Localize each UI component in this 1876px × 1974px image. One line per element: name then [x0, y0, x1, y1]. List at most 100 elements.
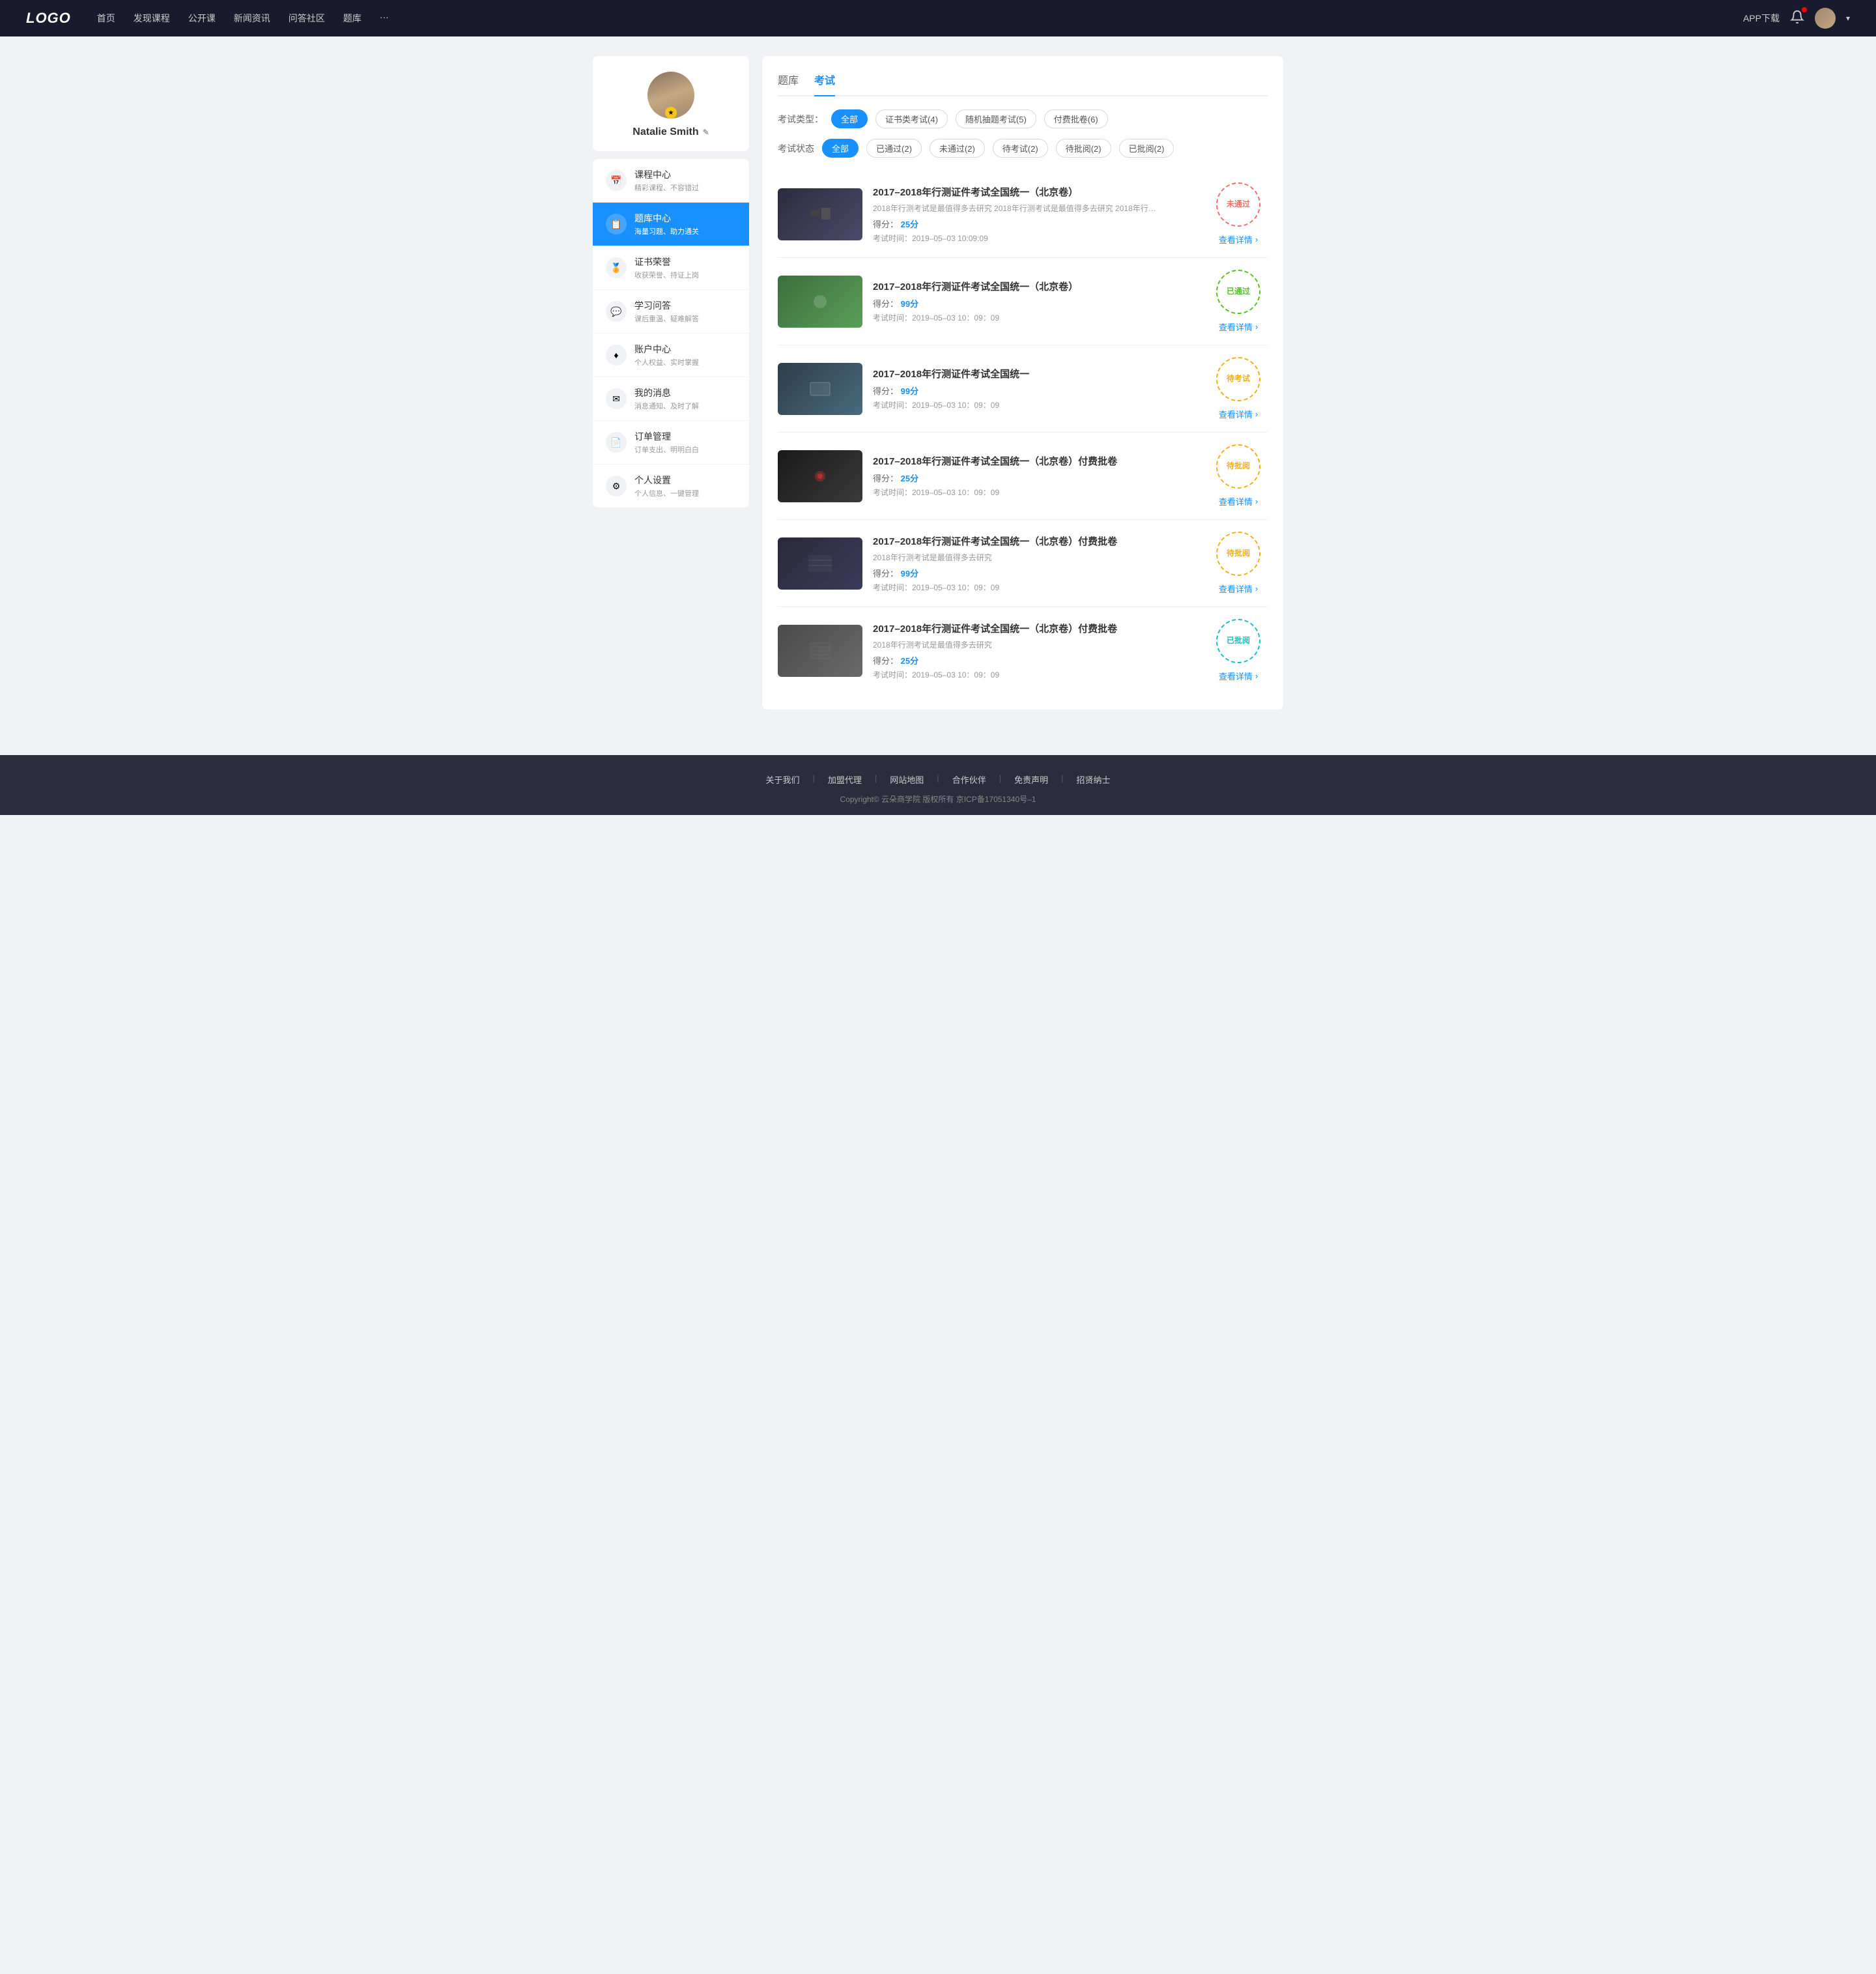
- sidebar-studyqa-icon: 💬: [606, 301, 627, 322]
- nav-open-course[interactable]: 公开课: [188, 12, 216, 25]
- exam-score-6: 得分： 25分: [873, 654, 1199, 666]
- filter-status-all[interactable]: 全部: [822, 139, 859, 158]
- exam-title-3: 2017–2018年行测证件考试全国统一: [873, 367, 1199, 380]
- filter-type-paid[interactable]: 付费批卷(6): [1044, 109, 1108, 128]
- filter-status-pending[interactable]: 待考试(2): [993, 139, 1048, 158]
- exam-detail-link-6[interactable]: 查看详情 ›: [1219, 670, 1258, 682]
- exam-item: 2017–2018年行测证件考试全国统一（北京卷） 2018年行测考试是最值得多…: [778, 171, 1268, 258]
- sidebar-course-text: 课程中心 精彩课程、不容错过: [634, 168, 699, 193]
- sidebar-account-title: 账户中心: [634, 343, 699, 356]
- filter-type-all[interactable]: 全部: [831, 109, 868, 128]
- exam-score-5: 得分： 99分: [873, 567, 1199, 579]
- notification-bell[interactable]: [1790, 10, 1804, 27]
- footer-link-partner[interactable]: 合作伙伴: [952, 773, 986, 786]
- user-avatar[interactable]: [1815, 8, 1836, 29]
- exam-detail-link-5[interactable]: 查看详情 ›: [1219, 582, 1258, 595]
- exam-thumbnail-6: [778, 625, 862, 677]
- sidebar-order-subtitle: 订单支出、明明白白: [634, 444, 699, 455]
- exam-time-4: 考试时间：2019–05–03 10：09：09: [873, 487, 1199, 498]
- exam-item: 2017–2018年行测证件考试全国统一（北京卷）付费批卷 2018年行测考试是…: [778, 520, 1268, 607]
- tab-exam[interactable]: 考试: [814, 72, 835, 95]
- profile-level-badge: ★: [665, 107, 677, 119]
- nav-qa[interactable]: 问答社区: [289, 12, 325, 25]
- sidebar-order-icon: 📄: [606, 432, 627, 453]
- sidebar-item-questionbank[interactable]: 📋 题库中心 海量习题、助力通关: [593, 203, 749, 246]
- exam-type-label: 考试类型：: [778, 113, 823, 126]
- profile-edit-icon[interactable]: ✎: [703, 128, 709, 137]
- exam-time-1: 考试时间：2019–05–03 10:09:09: [873, 233, 1199, 244]
- sidebar-course-subtitle: 精彩课程、不容错过: [634, 182, 699, 193]
- sidebar-item-cert[interactable]: 🏅 证书荣誉 收获荣誉、持证上岗: [593, 246, 749, 290]
- exam-badge-review-4: 待批阅: [1216, 444, 1260, 489]
- logo[interactable]: LOGO: [26, 10, 71, 27]
- sidebar-item-message[interactable]: ✉ 我的消息 消息通知、及时了解: [593, 377, 749, 421]
- sidebar-cert-subtitle: 收获荣誉、持证上岗: [634, 270, 699, 280]
- exam-status-2: 已通过 查看详情 ›: [1209, 270, 1268, 333]
- exam-title-6: 2017–2018年行测证件考试全国统一（北京卷）付费批卷: [873, 622, 1199, 635]
- exam-detail-link-4[interactable]: 查看详情 ›: [1219, 495, 1258, 508]
- sidebar-menu: 📅 课程中心 精彩课程、不容错过 📋 题库中心 海量习题、助力通关 🏅 证书荣誉…: [593, 159, 749, 508]
- filter-type-cert[interactable]: 证书类考试(4): [875, 109, 948, 128]
- sidebar: ★ Natalie Smith ✎ 📅 课程中心 精彩课程、不容错过 📋 题库中…: [593, 56, 749, 709]
- sidebar-item-studyqa[interactable]: 💬 学习问答 课后重温、疑难解答: [593, 290, 749, 334]
- sidebar-cert-title: 证书荣誉: [634, 255, 699, 268]
- nav-more[interactable]: ···: [380, 12, 389, 25]
- exam-info-4: 2017–2018年行测证件考试全国统一（北京卷）付费批卷 得分： 25分 考试…: [873, 454, 1199, 498]
- sidebar-message-icon: ✉: [606, 388, 627, 409]
- exam-time-2: 考试时间：2019–05–03 10：09：09: [873, 312, 1199, 323]
- filter-status-failed[interactable]: 未通过(2): [930, 139, 985, 158]
- exam-status-3: 待考试 查看详情 ›: [1209, 357, 1268, 420]
- nav-home[interactable]: 首页: [97, 12, 115, 25]
- sidebar-questionbank-text: 题库中心 海量习题、助力通关: [634, 212, 699, 236]
- exam-desc-1: 2018年行测考试是最值得多去研究 2018年行测考试是最值得多去研究 2018…: [873, 203, 1172, 214]
- exam-item: 2017–2018年行测证件考试全国统一（北京卷） 得分： 99分 考试时间：2…: [778, 258, 1268, 345]
- footer-link-franchise[interactable]: 加盟代理: [828, 773, 862, 786]
- exam-thumbnail-1: [778, 188, 862, 240]
- sidebar-item-account[interactable]: ♦ 账户中心 个人权益、实时掌握: [593, 334, 749, 377]
- exam-status-5: 待批阅 查看详情 ›: [1209, 532, 1268, 595]
- footer-link-sitemap[interactable]: 网站地图: [890, 773, 924, 786]
- nav-discover[interactable]: 发现课程: [134, 12, 170, 25]
- footer-link-disclaimer[interactable]: 免责声明: [1014, 773, 1048, 786]
- footer-copyright: Copyright© 云朵商学院 版权所有 京ICP备17051340号–1: [0, 794, 1876, 805]
- user-menu-chevron[interactable]: ▾: [1846, 14, 1850, 23]
- exam-info-1: 2017–2018年行测证件考试全国统一（北京卷） 2018年行测考试是最值得多…: [873, 185, 1199, 244]
- exam-detail-link-3[interactable]: 查看详情 ›: [1219, 408, 1258, 420]
- sidebar-account-icon: ♦: [606, 345, 627, 365]
- sidebar-message-text: 我的消息 消息通知、及时了解: [634, 386, 699, 411]
- exam-list: 2017–2018年行测证件考试全国统一（北京卷） 2018年行测考试是最值得多…: [778, 171, 1268, 694]
- header-right: APP下载 ▾: [1743, 8, 1850, 29]
- exam-badge-fail-1: 未通过: [1216, 182, 1260, 227]
- exam-info-3: 2017–2018年行测证件考试全国统一 得分： 99分 考试时间：2019–0…: [873, 367, 1199, 410]
- exam-score-1: 得分： 25分: [873, 218, 1199, 230]
- exam-score-2: 得分： 99分: [873, 297, 1199, 309]
- filter-status-awaiting-review[interactable]: 待批阅(2): [1056, 139, 1111, 158]
- chevron-right-icon: ›: [1255, 235, 1258, 244]
- exam-detail-link-1[interactable]: 查看详情 ›: [1219, 233, 1258, 246]
- exam-time-3: 考试时间：2019–05–03 10：09：09: [873, 399, 1199, 410]
- exam-title-5: 2017–2018年行测证件考试全国统一（北京卷）付费批卷: [873, 534, 1199, 548]
- filter-type-random[interactable]: 随机抽题考试(5): [956, 109, 1036, 128]
- footer-link-jobs[interactable]: 招贤纳士: [1077, 773, 1111, 786]
- chevron-right-icon: ›: [1255, 409, 1258, 419]
- app-download-link[interactable]: APP下载: [1743, 12, 1780, 25]
- sidebar-order-title: 订单管理: [634, 430, 699, 443]
- nav-news[interactable]: 新闻资讯: [234, 12, 270, 25]
- sidebar-account-text: 账户中心 个人权益、实时掌握: [634, 343, 699, 367]
- avatar-image: [1815, 8, 1836, 29]
- sidebar-item-course[interactable]: 📅 课程中心 精彩课程、不容错过: [593, 159, 749, 203]
- exam-time-5: 考试时间：2019–05–03 10：09：09: [873, 582, 1199, 593]
- filter-status-reviewed[interactable]: 已批阅(2): [1119, 139, 1174, 158]
- sidebar-item-settings[interactable]: ⚙ 个人设置 个人信息、一键管理: [593, 465, 749, 508]
- tab-questionbank[interactable]: 题库: [778, 72, 799, 95]
- exam-status-label: 考试状态: [778, 142, 814, 155]
- exam-info-2: 2017–2018年行测证件考试全国统一（北京卷） 得分： 99分 考试时间：2…: [873, 279, 1199, 323]
- sidebar-cert-icon: 🏅: [606, 257, 627, 278]
- nav-questionbank[interactable]: 题库: [343, 12, 362, 25]
- sidebar-settings-icon: ⚙: [606, 476, 627, 496]
- filter-status-passed[interactable]: 已通过(2): [866, 139, 922, 158]
- exam-detail-link-2[interactable]: 查看详情 ›: [1219, 321, 1258, 333]
- profile-avatar-wrap: ★: [647, 72, 694, 119]
- sidebar-item-order[interactable]: 📄 订单管理 订单支出、明明白白: [593, 421, 749, 465]
- footer-link-about[interactable]: 关于我们: [765, 773, 799, 786]
